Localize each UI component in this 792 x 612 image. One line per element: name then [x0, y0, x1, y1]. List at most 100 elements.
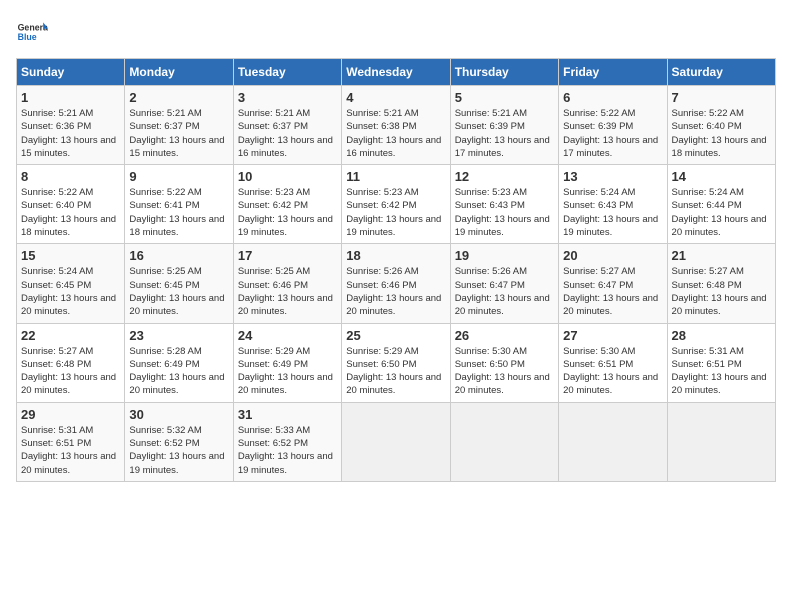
day-number: 2 [129, 90, 228, 105]
calendar-cell: 29 Sunrise: 5:31 AMSunset: 6:51 PMDaylig… [17, 402, 125, 481]
calendar-cell: 24 Sunrise: 5:29 AMSunset: 6:49 PMDaylig… [233, 323, 341, 402]
day-number: 19 [455, 248, 554, 263]
calendar-cell: 30 Sunrise: 5:32 AMSunset: 6:52 PMDaylig… [125, 402, 233, 481]
header-day-sunday: Sunday [17, 59, 125, 86]
day-number: 24 [238, 328, 337, 343]
day-number: 20 [563, 248, 662, 263]
day-info: Sunrise: 5:22 AMSunset: 6:41 PMDaylight:… [129, 186, 228, 239]
day-number: 10 [238, 169, 337, 184]
day-number: 14 [672, 169, 771, 184]
calendar-cell: 7 Sunrise: 5:22 AMSunset: 6:40 PMDayligh… [667, 86, 775, 165]
day-number: 29 [21, 407, 120, 422]
day-number: 11 [346, 169, 445, 184]
day-info: Sunrise: 5:26 AMSunset: 6:47 PMDaylight:… [455, 265, 554, 318]
day-number: 5 [455, 90, 554, 105]
calendar-cell: 1 Sunrise: 5:21 AMSunset: 6:36 PMDayligh… [17, 86, 125, 165]
day-info: Sunrise: 5:29 AMSunset: 6:49 PMDaylight:… [238, 345, 337, 398]
day-info: Sunrise: 5:27 AMSunset: 6:48 PMDaylight:… [672, 265, 771, 318]
logo-icon: General Blue [16, 16, 48, 48]
calendar-cell [667, 402, 775, 481]
calendar-cell: 31 Sunrise: 5:33 AMSunset: 6:52 PMDaylig… [233, 402, 341, 481]
calendar-cell: 28 Sunrise: 5:31 AMSunset: 6:51 PMDaylig… [667, 323, 775, 402]
day-number: 28 [672, 328, 771, 343]
calendar-cell: 4 Sunrise: 5:21 AMSunset: 6:38 PMDayligh… [342, 86, 450, 165]
day-info: Sunrise: 5:21 AMSunset: 6:36 PMDaylight:… [21, 107, 120, 160]
day-number: 6 [563, 90, 662, 105]
day-number: 22 [21, 328, 120, 343]
day-info: Sunrise: 5:26 AMSunset: 6:46 PMDaylight:… [346, 265, 445, 318]
calendar-cell: 5 Sunrise: 5:21 AMSunset: 6:39 PMDayligh… [450, 86, 558, 165]
calendar-cell: 11 Sunrise: 5:23 AMSunset: 6:42 PMDaylig… [342, 165, 450, 244]
calendar: SundayMondayTuesdayWednesdayThursdayFrid… [16, 58, 776, 482]
header-day-friday: Friday [559, 59, 667, 86]
day-info: Sunrise: 5:21 AMSunset: 6:37 PMDaylight:… [129, 107, 228, 160]
day-number: 25 [346, 328, 445, 343]
day-info: Sunrise: 5:31 AMSunset: 6:51 PMDaylight:… [672, 345, 771, 398]
day-number: 26 [455, 328, 554, 343]
calendar-cell: 25 Sunrise: 5:29 AMSunset: 6:50 PMDaylig… [342, 323, 450, 402]
header: General Blue [16, 16, 776, 48]
calendar-header: SundayMondayTuesdayWednesdayThursdayFrid… [17, 59, 776, 86]
day-number: 9 [129, 169, 228, 184]
header-day-wednesday: Wednesday [342, 59, 450, 86]
calendar-cell: 14 Sunrise: 5:24 AMSunset: 6:44 PMDaylig… [667, 165, 775, 244]
day-number: 3 [238, 90, 337, 105]
calendar-cell: 13 Sunrise: 5:24 AMSunset: 6:43 PMDaylig… [559, 165, 667, 244]
day-info: Sunrise: 5:23 AMSunset: 6:42 PMDaylight:… [238, 186, 337, 239]
calendar-cell [559, 402, 667, 481]
day-info: Sunrise: 5:24 AMSunset: 6:43 PMDaylight:… [563, 186, 662, 239]
calendar-cell [450, 402, 558, 481]
day-info: Sunrise: 5:32 AMSunset: 6:52 PMDaylight:… [129, 424, 228, 477]
day-number: 13 [563, 169, 662, 184]
calendar-cell: 16 Sunrise: 5:25 AMSunset: 6:45 PMDaylig… [125, 244, 233, 323]
calendar-cell: 22 Sunrise: 5:27 AMSunset: 6:48 PMDaylig… [17, 323, 125, 402]
header-day-saturday: Saturday [667, 59, 775, 86]
calendar-cell: 15 Sunrise: 5:24 AMSunset: 6:45 PMDaylig… [17, 244, 125, 323]
day-number: 16 [129, 248, 228, 263]
day-info: Sunrise: 5:25 AMSunset: 6:46 PMDaylight:… [238, 265, 337, 318]
calendar-cell [342, 402, 450, 481]
calendar-cell: 12 Sunrise: 5:23 AMSunset: 6:43 PMDaylig… [450, 165, 558, 244]
day-info: Sunrise: 5:21 AMSunset: 6:37 PMDaylight:… [238, 107, 337, 160]
day-info: Sunrise: 5:31 AMSunset: 6:51 PMDaylight:… [21, 424, 120, 477]
calendar-cell: 27 Sunrise: 5:30 AMSunset: 6:51 PMDaylig… [559, 323, 667, 402]
day-info: Sunrise: 5:22 AMSunset: 6:40 PMDaylight:… [21, 186, 120, 239]
day-info: Sunrise: 5:29 AMSunset: 6:50 PMDaylight:… [346, 345, 445, 398]
day-number: 1 [21, 90, 120, 105]
calendar-cell: 8 Sunrise: 5:22 AMSunset: 6:40 PMDayligh… [17, 165, 125, 244]
day-info: Sunrise: 5:21 AMSunset: 6:39 PMDaylight:… [455, 107, 554, 160]
week-row-5: 29 Sunrise: 5:31 AMSunset: 6:51 PMDaylig… [17, 402, 776, 481]
day-number: 12 [455, 169, 554, 184]
calendar-cell: 19 Sunrise: 5:26 AMSunset: 6:47 PMDaylig… [450, 244, 558, 323]
calendar-cell: 3 Sunrise: 5:21 AMSunset: 6:37 PMDayligh… [233, 86, 341, 165]
header-day-tuesday: Tuesday [233, 59, 341, 86]
day-info: Sunrise: 5:23 AMSunset: 6:43 PMDaylight:… [455, 186, 554, 239]
day-info: Sunrise: 5:22 AMSunset: 6:39 PMDaylight:… [563, 107, 662, 160]
day-number: 7 [672, 90, 771, 105]
day-info: Sunrise: 5:24 AMSunset: 6:44 PMDaylight:… [672, 186, 771, 239]
week-row-4: 22 Sunrise: 5:27 AMSunset: 6:48 PMDaylig… [17, 323, 776, 402]
day-info: Sunrise: 5:23 AMSunset: 6:42 PMDaylight:… [346, 186, 445, 239]
day-number: 4 [346, 90, 445, 105]
day-number: 8 [21, 169, 120, 184]
calendar-cell: 17 Sunrise: 5:25 AMSunset: 6:46 PMDaylig… [233, 244, 341, 323]
header-day-monday: Monday [125, 59, 233, 86]
header-row: SundayMondayTuesdayWednesdayThursdayFrid… [17, 59, 776, 86]
calendar-cell: 6 Sunrise: 5:22 AMSunset: 6:39 PMDayligh… [559, 86, 667, 165]
day-number: 30 [129, 407, 228, 422]
day-number: 18 [346, 248, 445, 263]
day-info: Sunrise: 5:27 AMSunset: 6:47 PMDaylight:… [563, 265, 662, 318]
day-number: 31 [238, 407, 337, 422]
week-row-2: 8 Sunrise: 5:22 AMSunset: 6:40 PMDayligh… [17, 165, 776, 244]
day-info: Sunrise: 5:21 AMSunset: 6:38 PMDaylight:… [346, 107, 445, 160]
calendar-cell: 20 Sunrise: 5:27 AMSunset: 6:47 PMDaylig… [559, 244, 667, 323]
calendar-cell: 10 Sunrise: 5:23 AMSunset: 6:42 PMDaylig… [233, 165, 341, 244]
calendar-cell: 23 Sunrise: 5:28 AMSunset: 6:49 PMDaylig… [125, 323, 233, 402]
calendar-cell: 2 Sunrise: 5:21 AMSunset: 6:37 PMDayligh… [125, 86, 233, 165]
header-day-thursday: Thursday [450, 59, 558, 86]
day-number: 27 [563, 328, 662, 343]
day-number: 21 [672, 248, 771, 263]
day-info: Sunrise: 5:28 AMSunset: 6:49 PMDaylight:… [129, 345, 228, 398]
calendar-cell: 21 Sunrise: 5:27 AMSunset: 6:48 PMDaylig… [667, 244, 775, 323]
week-row-3: 15 Sunrise: 5:24 AMSunset: 6:45 PMDaylig… [17, 244, 776, 323]
